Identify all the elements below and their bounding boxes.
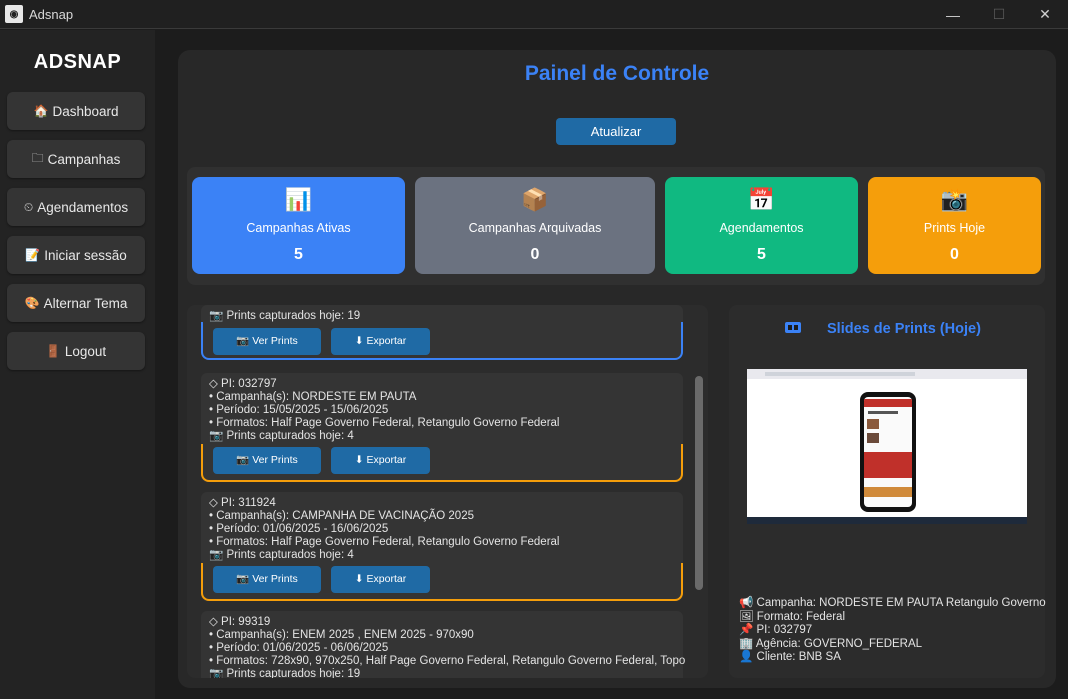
door-icon: 🚪 — [45, 344, 61, 358]
film-icon — [785, 322, 801, 333]
stat-label: Agendamentos — [719, 221, 804, 235]
campaign-line: • Campanha(s): CAMPANHA DE VACINAÇÃO 202… — [209, 510, 474, 522]
page-title: Painel de Controle — [524, 62, 710, 85]
close-button[interactable]: ✕ — [1022, 0, 1068, 29]
print-screenshot-image[interactable] — [747, 369, 1027, 524]
palette-icon: 🎨 — [24, 296, 40, 310]
view-prints-button[interactable]: 📷 Ver Prints — [213, 447, 321, 474]
phone-screen — [864, 397, 912, 507]
sidebar-item-label: Alternar Tema — [43, 295, 128, 311]
formats-line: • Formatos: 728x90, 970x250, Half Page G… — [209, 655, 686, 667]
slides-panel: Slides de Prints (Hoje) 📢 Campanha: NORD… — [729, 305, 1046, 678]
window-controls: — ☐ ✕ — [930, 0, 1068, 29]
headline-bar — [868, 411, 898, 414]
pi-line: ◇ PI: 99319 — [209, 616, 271, 628]
refresh-button[interactable]: Atualizar — [556, 118, 676, 145]
site-header — [864, 399, 912, 407]
memo-icon: 📝 — [25, 248, 41, 262]
sidebar-item-label: Agendamentos — [37, 199, 129, 215]
phone-mockup — [860, 392, 916, 512]
sidebar-item-logout[interactable]: 🚪 Logout — [7, 332, 145, 370]
stat-label: Prints Hoje — [923, 221, 986, 235]
stat-value: 5 — [294, 246, 303, 263]
card-footer: 📷 Ver Prints ⬇ Exportar — [201, 563, 683, 601]
list-item: ◇ PI: 032797 • Campanha(s): NORDESTE EM … — [201, 373, 683, 482]
slide-metadata: 📢 Campanha: NORDESTE EM PAUTA Retangulo … — [739, 597, 1046, 665]
stat-card-campanhas-arquivadas: 📦 Campanhas Arquivadas 0 — [415, 177, 655, 274]
list-item: ◇ PI: 99319 • Campanha(s): ENEM 2025 , E… — [201, 611, 686, 678]
meta-format: 🖼 Formato: Federal — [739, 610, 845, 623]
main-panel: Painel de Controle Atualizar 📊 Campanhas… — [178, 50, 1056, 688]
clock-icon: ⏲ — [23, 199, 34, 214]
sidebar-item-label: Campanhas — [47, 151, 121, 167]
period-line: • Período: 15/05/2025 - 15/06/2025 — [209, 404, 389, 416]
list-item: ◇ PI: 311924 • Campanha(s): CAMPANHA DE … — [201, 492, 683, 601]
list-item: 📷 Prints capturados hoje: 19 📷 Ver Print… — [201, 305, 683, 360]
formats-line: • Formatos: Half Page Governo Federal, R… — [209, 536, 560, 548]
campaign-line: • Campanha(s): ENEM 2025 , ENEM 2025 - 9… — [209, 629, 474, 641]
stat-value: 0 — [950, 246, 959, 263]
campaign-list[interactable]: 📷 Prints capturados hoje: 19 📷 Ver Print… — [187, 305, 708, 678]
stat-card-prints-hoje: 📸 Prints Hoje 0 — [868, 177, 1041, 274]
period-line: • Período: 01/06/2025 - 06/06/2025 — [209, 642, 389, 654]
folder-icon: 🗀 — [31, 150, 44, 165]
list-scrollbar[interactable] — [695, 376, 703, 590]
window-title: Adsnap — [29, 6, 74, 22]
view-prints-button[interactable]: 📷 Ver Prints — [213, 328, 321, 355]
stat-label: Campanhas Arquivadas — [468, 221, 602, 235]
period-line: • Período: 01/06/2025 - 16/06/2025 — [209, 523, 389, 535]
camera-icon: 📸 — [940, 187, 969, 212]
bar-chart-icon: 📊 — [284, 187, 313, 212]
sidebar-item-campanhas[interactable]: 🗀 Campanhas — [7, 140, 145, 178]
stat-card-campanhas-ativas: 📊 Campanhas Ativas 5 — [192, 177, 405, 274]
stat-value: 0 — [530, 246, 540, 263]
card-footer: 📷 Ver Prints ⬇ Exportar — [201, 444, 683, 482]
prints-count: 📷 Prints capturados hoje: 19 — [209, 310, 361, 322]
export-button[interactable]: ⬇ Exportar — [331, 566, 430, 593]
stats-strip: 📊 Campanhas Ativas 5 📦 Campanhas Arquiva… — [187, 167, 1045, 285]
sidebar-item-alternar-tema[interactable]: 🎨 Alternar Tema — [7, 284, 145, 322]
export-button[interactable]: ⬇ Exportar — [331, 328, 430, 355]
sidebar-item-label: Dashboard — [52, 103, 119, 119]
stat-label: Campanhas Ativas — [246, 221, 351, 235]
prints-count: 📷 Prints capturados hoje: 4 — [209, 549, 354, 561]
view-prints-button[interactable]: 📷 Ver Prints — [213, 566, 321, 593]
prints-count: 📷 Prints capturados hoje: 19 — [209, 668, 361, 678]
pi-line: ◇ PI: 032797 — [209, 378, 277, 390]
sidebar-item-dashboard[interactable]: 🏠 Dashboard — [7, 92, 145, 130]
meta-campaign: 📢 Campanha: NORDESTE EM PAUTA Retangulo … — [739, 597, 1046, 609]
meta-pi: 📌 PI: 032797 — [739, 624, 813, 636]
stat-value: 5 — [757, 246, 766, 263]
formats-line: • Formatos: Half Page Governo Federal, R… — [209, 417, 560, 429]
address-bar — [765, 372, 915, 376]
thumb — [867, 419, 879, 429]
calendar-icon: 📅 — [747, 187, 776, 212]
box-icon: 📦 — [521, 187, 549, 212]
footer-ad — [864, 487, 912, 497]
sidebar-item-label: Iniciar sessão — [44, 247, 127, 263]
minimize-button[interactable]: — — [930, 0, 976, 29]
meta-agency: 🏢 Agência: GOVERNO_FEDERAL — [739, 637, 923, 650]
prints-count: 📷 Prints capturados hoje: 4 — [209, 430, 354, 442]
browser-toolbar — [747, 369, 1027, 379]
card-footer: 📷 Ver Prints ⬇ Exportar — [201, 322, 683, 360]
brand-title: ADSNAP — [33, 51, 122, 73]
sidebar-item-iniciar-sessao[interactable]: 📝 Iniciar sessão — [7, 236, 145, 274]
campaign-line: • Campanha(s): NORDESTE EM PAUTA — [209, 391, 417, 403]
sidebar-item-label: Logout — [64, 343, 107, 359]
export-button[interactable]: ⬇ Exportar — [331, 447, 430, 474]
title-bar: ◉ Adsnap — ☐ ✕ — [0, 0, 1068, 29]
maximize-button[interactable]: ☐ — [976, 0, 1022, 29]
sidebar: ADSNAP 🏠 Dashboard 🗀 Campanhas ⏲ Agendam… — [0, 30, 155, 699]
ad-banner — [864, 452, 912, 478]
home-icon: 🏠 — [33, 104, 49, 118]
pi-line: ◇ PI: 311924 — [209, 497, 276, 509]
thumb — [867, 433, 879, 443]
app-icon: ◉ — [5, 5, 23, 23]
slides-title: Slides de Prints (Hoje) — [827, 321, 981, 337]
stat-card-agendamentos: 📅 Agendamentos 5 — [665, 177, 858, 274]
taskbar — [747, 517, 1027, 524]
sidebar-item-agendamentos[interactable]: ⏲ Agendamentos — [7, 188, 145, 226]
meta-client: 👤 Cliente: BNB SA — [739, 651, 841, 663]
